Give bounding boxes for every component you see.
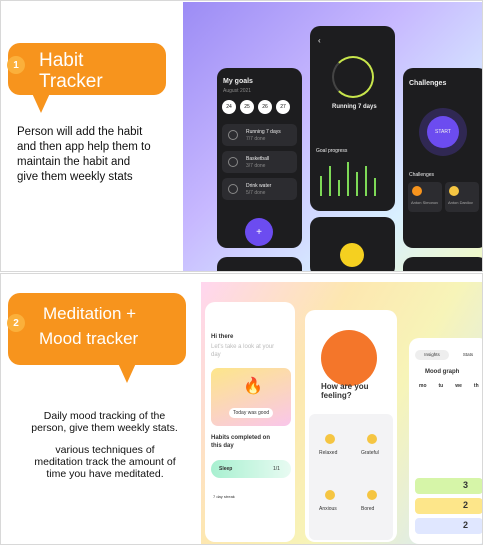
phone-partial (403, 257, 482, 271)
day-label: mo (419, 383, 427, 389)
phone-day-overview: Hi there Let's take a look at your day 🔥… (205, 302, 295, 542)
habits-completed: Habits completed on this day (211, 435, 271, 449)
date-chip[interactable]: 25 (240, 100, 254, 114)
habit-sub: 5/7 done (246, 190, 266, 196)
stat-value: 3 (463, 480, 469, 490)
day-label: th (473, 383, 479, 389)
phone-insights: Insights Stats Mood graph mo tu we th 3 … (409, 338, 482, 544)
running-icon (228, 130, 238, 140)
date-row: 24 25 26 27 (222, 100, 290, 114)
character-illustration (321, 330, 377, 386)
phone-mood-check: How are you feeling? Relaxed Grateful An… (305, 310, 397, 542)
goals-date: August 2021 (223, 88, 252, 94)
progress-bars (320, 162, 376, 196)
day-label: tu (438, 383, 444, 389)
slide-habit-tracker: 1 Habit Tracker Person will add the habi… (0, 0, 483, 272)
slide-description: Person will add the habit and then app h… (17, 126, 151, 183)
phone-profile (310, 217, 395, 271)
stat-row: 3 (415, 478, 482, 494)
today-good-label: Today was good (229, 408, 274, 418)
phone-challenges: Challenges START Challenges Anton Simono… (403, 68, 482, 248)
stat-row: 2 (415, 518, 482, 534)
challenges-sub: Challenges (409, 172, 435, 178)
goal-progress-label: Goal progress (316, 148, 348, 154)
progress-ring (332, 56, 374, 98)
friend-card[interactable]: Anton Danilov (445, 182, 479, 212)
mood-option[interactable]: Bored (361, 506, 374, 512)
phone-running-detail: ‹ Running 7 days Goal progress (310, 26, 395, 211)
friend-name: Anton Simonov (411, 200, 439, 205)
streak-label: 7 day streak (213, 494, 235, 499)
day-prompt: Let's take a look at your day (211, 344, 275, 358)
phone-my-goals: My goals August 2021 24 25 26 27 Running… (217, 68, 302, 248)
slide-title-line1: Meditation + (43, 304, 137, 323)
date-chip[interactable]: 27 (276, 100, 290, 114)
habit-app-mockup: My goals August 2021 24 25 26 27 Running… (183, 2, 482, 271)
running-title: Running 7 days (332, 104, 377, 110)
tab-stats[interactable]: Stats (453, 350, 482, 360)
avatar (412, 186, 422, 196)
mood-card[interactable]: 🔥 Today was good (211, 368, 291, 426)
relaxed-emoji-icon (325, 434, 335, 444)
day-row: mo tu we th (419, 383, 479, 389)
habit-name: Drink water (246, 183, 272, 189)
date-chip[interactable]: 24 (222, 100, 236, 114)
anxious-emoji-icon (325, 490, 335, 500)
mood-option[interactable]: Grateful (361, 450, 379, 456)
sleep-habit-card[interactable]: Sleep 1/1 (211, 460, 291, 478)
challenges-title: Challenges (409, 80, 447, 87)
day-label: we (455, 383, 462, 389)
habit-name: Basketball (246, 156, 270, 162)
goals-title: My goals (223, 78, 253, 85)
mood-option[interactable]: Anxious (319, 506, 337, 512)
habit-card[interactable]: Basketball 3/7 done (222, 151, 297, 173)
habit-sub: 3/7 done (246, 163, 266, 169)
mood-graph-title: Mood graph (425, 369, 460, 375)
slide-number-badge: 1 (7, 56, 25, 74)
start-button[interactable]: START (427, 116, 459, 148)
tab-insights[interactable]: Insights (415, 350, 449, 360)
meditation-app-mockup: Hi there Let's take a look at your day 🔥… (201, 282, 482, 544)
grateful-emoji-icon (367, 434, 377, 444)
habit-name: Running 7 days (246, 129, 281, 135)
basketball-icon (228, 157, 238, 167)
stat-row: 2 (415, 498, 482, 514)
slide-title-line2: Mood tracker (39, 329, 139, 348)
how-feeling: How are you feeling? (321, 382, 369, 400)
sleep-label: Sleep (219, 466, 233, 472)
callout-tail (117, 361, 137, 383)
slide-meditation-mood: 2 Meditation + Mood tracker Daily mood t… (0, 273, 483, 545)
avatar (449, 186, 459, 196)
callout-tail (31, 91, 51, 113)
avatar (340, 243, 364, 267)
stat-value: 2 (463, 500, 469, 510)
friend-card[interactable]: Anton Simonov (408, 182, 442, 212)
stat-value: 2 (463, 520, 469, 530)
habit-card[interactable]: Running 7 days 7/7 done (222, 124, 297, 146)
add-habit-button[interactable]: + (245, 218, 273, 246)
habit-card[interactable]: Drink water 5/7 done (222, 178, 297, 200)
fire-icon: 🔥 (243, 378, 263, 395)
mood-option[interactable]: Relaxed (319, 450, 337, 456)
slide-title-line2: Tracker (39, 71, 103, 92)
water-drop-icon (228, 184, 238, 194)
slide-number-badge: 2 (7, 314, 25, 332)
bored-emoji-icon (367, 490, 377, 500)
back-icon[interactable]: ‹ (318, 36, 321, 45)
friend-name: Anton Danilov (448, 200, 473, 205)
slide-description-2: various techniques of meditation track t… (34, 444, 176, 480)
phone-partial (217, 257, 302, 271)
greeting: Hi there (211, 334, 234, 340)
date-chip[interactable]: 26 (258, 100, 272, 114)
slide-description-1: Daily mood tracking of the person, give … (31, 410, 178, 434)
habit-sub: 7/7 done (246, 136, 266, 142)
sleep-count: 1/1 (273, 466, 280, 472)
mood-grid: Relaxed Grateful Anxious Bored (309, 414, 393, 540)
